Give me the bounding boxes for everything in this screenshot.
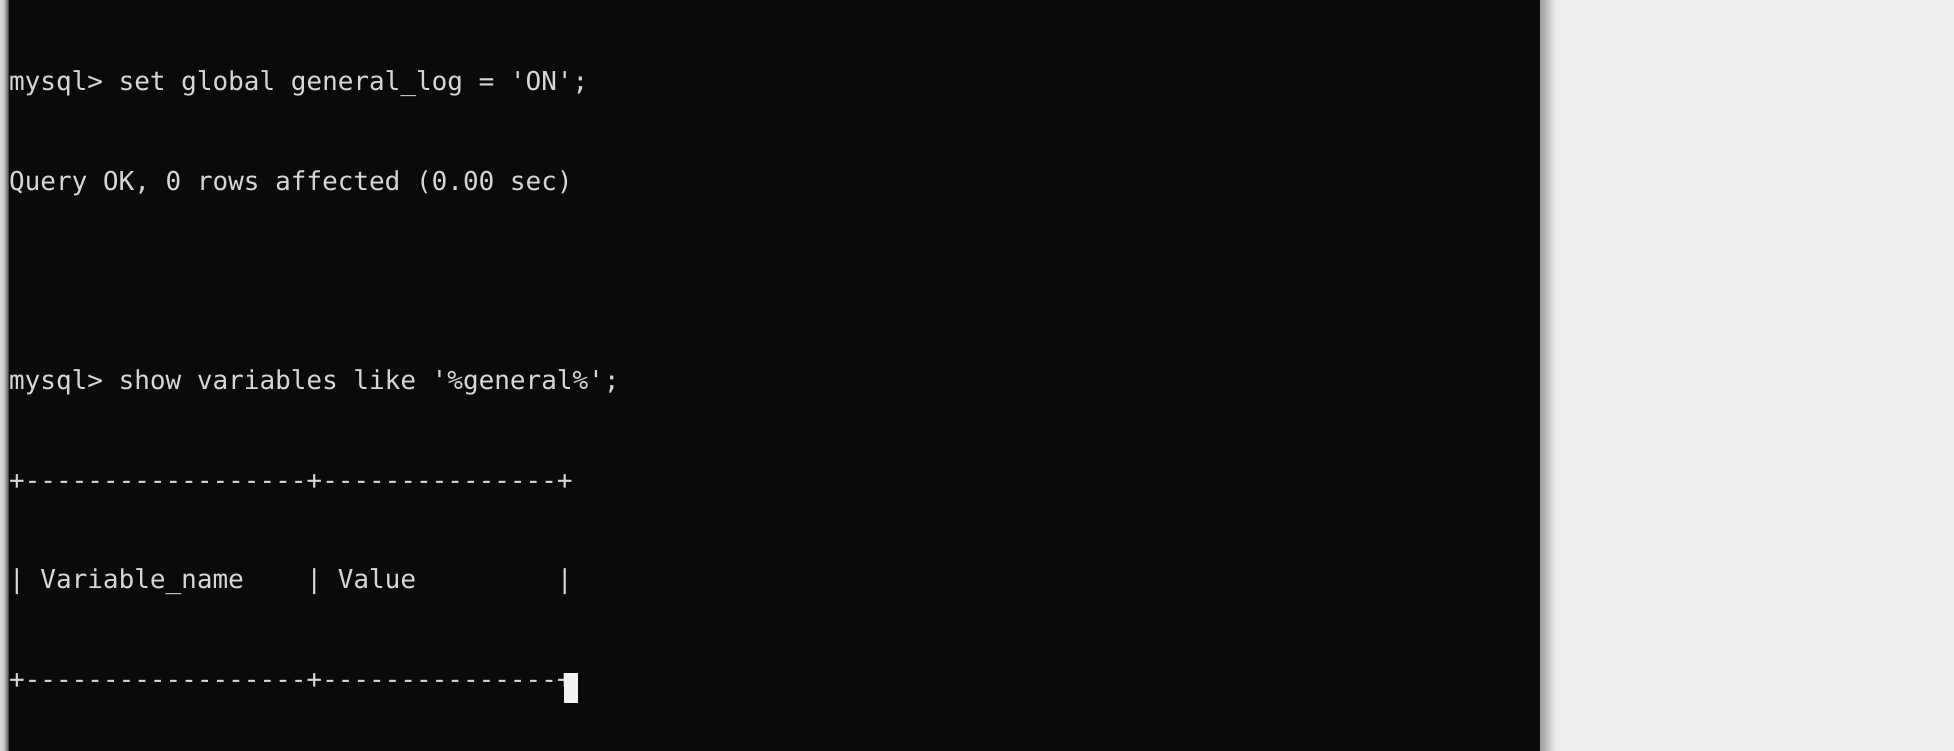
terminal-line: +------------------+---------------+ xyxy=(9,664,573,695)
mysql-console-window[interactable]: mysql> set global general_log = 'ON'; Qu… xyxy=(0,0,1540,751)
terminal-line: | Variable_name | Value | xyxy=(9,565,573,596)
window-drop-shadow xyxy=(1540,0,1556,751)
desktop-background xyxy=(1540,0,1954,751)
terminal-line: +------------------+---------------+ xyxy=(9,465,573,496)
text-cursor xyxy=(564,673,578,703)
terminal-line: mysql> show variables like '%general%'; xyxy=(9,366,620,397)
window-left-border xyxy=(0,0,9,751)
terminal-line: Query OK, 0 rows affected (0.00 sec) xyxy=(9,167,573,197)
terminal-output[interactable]: mysql> set global general_log = 'ON'; Qu… xyxy=(9,0,1540,751)
terminal-line: mysql> set global general_log = 'ON'; xyxy=(9,67,589,98)
screen: mysql> set global general_log = 'ON'; Qu… xyxy=(0,0,1954,751)
